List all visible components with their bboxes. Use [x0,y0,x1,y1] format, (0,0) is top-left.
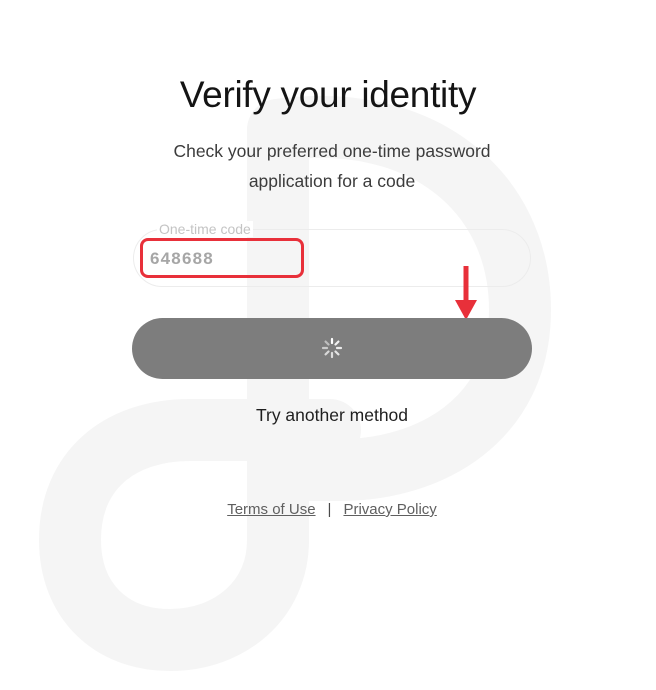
footer-links: Terms of Use | Privacy Policy [0,501,656,518]
terms-of-use-link[interactable]: Terms of Use [227,501,315,518]
footer-separator: | [327,501,332,518]
verify-identity-page: Verify your identity Check your preferre… [0,0,656,690]
annotation-arrow-down-icon [455,266,477,320]
spinner-icon [321,337,343,359]
annotation-highlight-box [140,238,304,278]
try-another-method-link[interactable]: Try another method [0,405,656,426]
continue-button[interactable] [132,318,532,379]
page-title: Verify your identity [179,74,477,115]
privacy-policy-link[interactable]: Privacy Policy [343,501,436,518]
page-subtitle: Check your preferred one-time password a… [173,141,491,191]
otp-field-label: One-time code [157,221,253,237]
